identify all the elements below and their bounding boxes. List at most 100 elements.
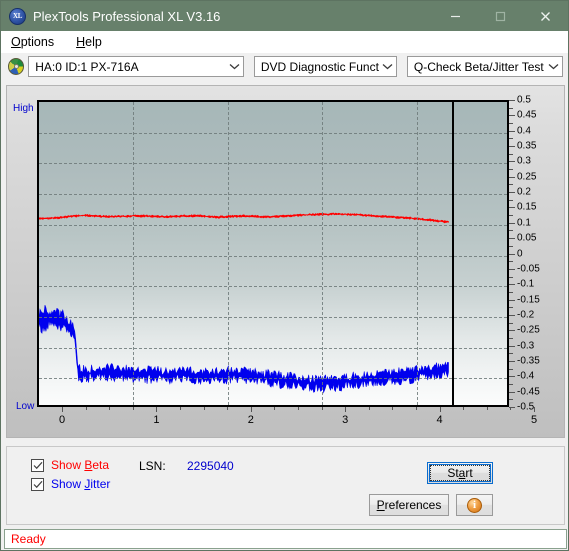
- y-axis-tick: [509, 222, 515, 224]
- grid-line-horizontal: [39, 316, 507, 318]
- maximize-icon[interactable]: [478, 1, 523, 31]
- y-axis-tick-label: 0.25: [517, 171, 537, 183]
- show-jitter-checkbox[interactable]: [31, 477, 44, 491]
- window-controls: [433, 1, 568, 31]
- y-axis-tick: [509, 284, 515, 286]
- y-axis-tick: [509, 238, 515, 240]
- y-axis-tick-label: 0.1: [517, 217, 531, 229]
- chevron-down-icon[interactable]: [379, 63, 396, 70]
- selector-toolbar: HA:0 ID:1 PX-716A DVD Diagnostic Functio…: [1, 53, 568, 80]
- y-axis-tick: [509, 376, 515, 378]
- controls-panel: Show Beta Show Jitter LSN: 2295040 Start…: [6, 446, 565, 525]
- menu-item-help[interactable]: Help: [74, 34, 104, 50]
- grid-line-horizontal: [39, 132, 507, 134]
- y-axis-tick: [509, 161, 515, 163]
- axis-label-high: High: [13, 103, 34, 114]
- disc-icon: [8, 58, 25, 75]
- status-bar: Ready: [4, 529, 567, 549]
- y-axis-tick: [509, 176, 515, 178]
- chevron-down-icon[interactable]: [226, 63, 243, 70]
- show-jitter-row[interactable]: Show Jitter: [31, 477, 110, 491]
- minimize-icon[interactable]: [433, 1, 478, 31]
- y-axis-minor-tick: [509, 399, 513, 401]
- show-jitter-label-post: itter: [90, 477, 111, 491]
- y-axis-tick-label: -0.25: [517, 324, 540, 336]
- y-axis-tick-label: 0.35: [517, 140, 537, 152]
- function-select[interactable]: DVD Diagnostic Functions: [253, 56, 397, 77]
- show-beta-row[interactable]: Show Beta: [31, 458, 109, 472]
- chevron-down-icon[interactable]: [545, 63, 562, 70]
- x-axis-minor-tick: [203, 407, 205, 410]
- menu-bar: Options Help: [1, 31, 568, 53]
- y-axis-minor-tick: [509, 153, 513, 155]
- x-axis-minor-tick: [180, 407, 181, 410]
- y-axis-minor-tick: [509, 199, 513, 201]
- close-icon[interactable]: [523, 1, 568, 31]
- grid-line-horizontal: [39, 194, 507, 196]
- y-axis-minor-tick: [509, 383, 513, 385]
- y-axis-tick: [509, 146, 515, 148]
- menu-item-options[interactable]: Options: [9, 34, 56, 50]
- x-axis-tick-label: 3: [342, 414, 349, 426]
- y-axis-tick-label: 0.5: [517, 94, 531, 106]
- prefs-label-post: references: [384, 498, 442, 512]
- y-axis-tick-label: 0.3: [517, 155, 531, 167]
- y-axis-tick: [509, 314, 515, 316]
- series-beta: [39, 212, 449, 224]
- x-axis-tick-label: 5: [530, 414, 538, 426]
- info-button[interactable]: i: [456, 494, 493, 516]
- start-button-label: Start: [447, 466, 472, 480]
- plot-area[interactable]: [37, 100, 509, 407]
- test-select[interactable]: Q-Check Beta/Jitter Test: [406, 56, 563, 77]
- y-axis-tick: [509, 130, 515, 132]
- y-axis-tick-label: 0: [517, 248, 523, 259]
- show-beta-label-pre: Show: [51, 458, 85, 472]
- chart-panel: High Low 0.5 0.45 0.4 0.35 0.3 0.25 0.2 0.15 0.1…: [6, 85, 565, 438]
- y-axis-tick: [509, 360, 515, 362]
- y-axis-minor-tick: [509, 276, 513, 278]
- preferences-button[interactable]: Preferences: [369, 494, 449, 516]
- x-axis-tick-label: 2: [247, 414, 254, 426]
- x-axis-tick-label: 4: [436, 414, 443, 426]
- y-axis-minor-tick: [509, 245, 513, 247]
- y-axis-minor-tick: [509, 230, 513, 232]
- x-axis-minor-tick: [510, 407, 512, 410]
- lsn-label: LSN:: [139, 459, 166, 473]
- show-beta-checkbox[interactable]: [31, 458, 44, 472]
- start-button[interactable]: Start: [427, 462, 493, 484]
- start-label-post: rt: [465, 466, 473, 480]
- grid-line-horizontal: [39, 224, 507, 226]
- y-axis-tick-label: 0.4: [517, 125, 531, 137]
- x-axis-tick: [156, 407, 158, 412]
- y-axis-tick-label: -0.05: [517, 263, 540, 275]
- x-axis-tick: [62, 407, 63, 412]
- y-axis-tick-label: -0.1: [517, 278, 535, 290]
- x-axis-minor-tick: [368, 407, 370, 410]
- y-axis-tick-label: -0.45: [517, 386, 540, 398]
- x-axis-minor-tick: [463, 407, 465, 410]
- drive-select[interactable]: HA:0 ID:1 PX-716A: [28, 56, 244, 77]
- y-axis-minor-tick: [509, 107, 513, 109]
- title-bar: XL PlexTools Professional XL V3.16: [1, 1, 568, 31]
- start-label-pre: St: [447, 466, 459, 480]
- y-axis-tick-label: -0.3: [517, 340, 535, 352]
- y-axis-tick-label: -0.4: [517, 370, 535, 382]
- y-axis-tick-label: 0.05: [517, 232, 537, 244]
- y-axis-tick: [509, 100, 515, 101]
- y-axis-tick: [509, 299, 515, 301]
- y-axis-tick: [509, 115, 515, 117]
- preferences-button-label: Preferences: [377, 498, 442, 512]
- grid-line-horizontal: [39, 378, 507, 380]
- y-axis-tick: [509, 253, 515, 255]
- y-axis-minor-tick: [509, 123, 513, 125]
- y-axis: 0.5 0.45 0.4 0.35 0.3 0.25 0.2 0.15 0.1 0.05 0 -0.0…: [509, 95, 569, 413]
- grid-line-horizontal: [39, 163, 507, 165]
- y-axis-minor-tick: [509, 337, 513, 339]
- y-axis-minor-tick: [509, 184, 513, 186]
- y-axis-minor-tick: [509, 291, 513, 293]
- show-jitter-label-pre: Show: [51, 477, 85, 491]
- y-axis-tick-label: -0.15: [517, 294, 540, 306]
- grid-line-horizontal: [39, 255, 507, 257]
- axis-label-low: Low: [16, 401, 35, 412]
- y-axis-tick: [509, 268, 515, 270]
